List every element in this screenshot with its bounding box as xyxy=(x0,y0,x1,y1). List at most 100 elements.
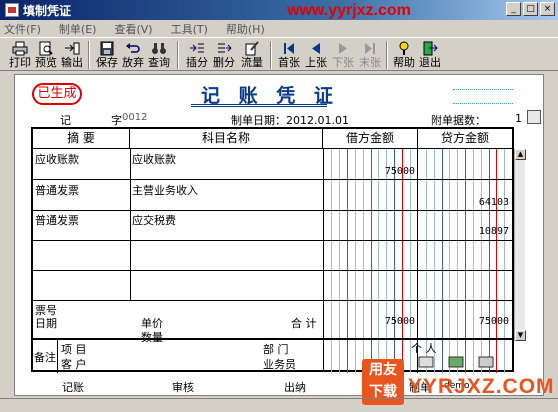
dotted-line-2 xyxy=(453,103,513,104)
discard-button[interactable]: 放弃 xyxy=(122,40,144,70)
delete-row-button[interactable]: 删分 xyxy=(213,40,235,70)
last-button[interactable]: 末张 xyxy=(359,40,381,70)
row-2-account[interactable]: 主营业务收入 xyxy=(132,182,198,198)
next-label: 下张 xyxy=(332,56,354,69)
minimize-button[interactable]: _ xyxy=(506,2,521,16)
ticket-date-label: 日期 xyxy=(35,317,57,330)
next-button[interactable]: 下张 xyxy=(332,40,354,70)
save-button[interactable]: 保存 xyxy=(96,40,118,70)
undo-icon xyxy=(126,43,140,53)
row-2-summary[interactable]: 普通发票 xyxy=(35,182,79,198)
floppy-icon xyxy=(100,41,114,56)
menu-file[interactable]: 文件(F) xyxy=(4,21,41,37)
cash-flow-button[interactable]: 流量 xyxy=(241,40,263,70)
export-icon xyxy=(65,42,80,55)
voucher-word: 字 xyxy=(111,114,122,127)
delete-row-label: 删分 xyxy=(213,56,235,69)
title-underline-2 xyxy=(191,106,327,107)
close-button[interactable]: × xyxy=(540,2,555,16)
row-3-credit[interactable]: 10897 xyxy=(418,226,509,237)
exit-button[interactable]: 退出 xyxy=(419,40,441,70)
first-label: 首张 xyxy=(278,56,300,69)
query-label: 查询 xyxy=(148,56,170,69)
attachment-count[interactable]: 1 xyxy=(515,112,522,125)
header-account: 科目名称 xyxy=(130,129,323,149)
table-scrollbar[interactable]: ▲ ▼ xyxy=(514,149,526,341)
exit-icon xyxy=(423,41,438,56)
customer-label: 客 户 xyxy=(61,358,87,371)
menu-help[interactable]: 帮助(H) xyxy=(226,21,265,37)
total-label: 合 计 xyxy=(291,317,317,330)
prev-button[interactable]: 上张 xyxy=(305,40,327,70)
bookkeeper-label: 记账 xyxy=(62,381,84,394)
department-label: 部 门 xyxy=(263,343,289,356)
logo-line-1: 用友 xyxy=(369,362,397,378)
insert-row-label: 插分 xyxy=(186,56,208,69)
app-icon xyxy=(5,3,19,17)
binoculars-icon xyxy=(152,43,166,54)
quantity-label: 数量 xyxy=(141,331,163,344)
query-button[interactable]: 查询 xyxy=(148,40,170,70)
prev-label: 上张 xyxy=(305,56,327,69)
attachment-search-icon[interactable] xyxy=(527,110,541,124)
printer-icon xyxy=(12,41,28,56)
help-button[interactable]: 帮助 xyxy=(393,40,415,70)
exit-label: 退出 xyxy=(419,56,441,69)
preview-button[interactable]: 预览 xyxy=(35,40,57,70)
scroll-up-icon[interactable]: ▲ xyxy=(515,149,526,160)
export-label: 输出 xyxy=(61,56,83,69)
title-bar: 填制凭证 www.yyrjxz.com _ □ × xyxy=(0,0,558,20)
menu-voucher[interactable]: 制单(E) xyxy=(59,21,97,37)
scroll-down-icon[interactable]: ▼ xyxy=(515,330,526,341)
row-3-summary[interactable]: 普通发票 xyxy=(35,212,79,228)
col-divider-1 xyxy=(130,149,131,300)
debit-total: 75000 xyxy=(384,316,415,327)
first-button[interactable]: 首张 xyxy=(278,40,300,70)
menu-view[interactable]: 查看(V) xyxy=(114,21,152,37)
voucher-type[interactable]: 记 xyxy=(60,112,71,128)
voucher-document: 已生成 记 账 凭 证 记 字 0012 制单日期：2012.01.01 附单据… xyxy=(14,74,544,396)
date-label: 制单日期：2012.01.01 xyxy=(231,114,349,127)
row-divider xyxy=(33,338,512,340)
header-debit: 借方金额 xyxy=(323,129,418,149)
cashier-label: 出纳 xyxy=(284,381,306,394)
first-icon xyxy=(284,43,294,54)
row-divider xyxy=(33,210,512,211)
row-divider xyxy=(33,300,512,301)
row-divider xyxy=(33,179,512,180)
auditor-label: 审核 xyxy=(172,381,194,394)
title-underline xyxy=(191,104,327,105)
voucher-date[interactable]: 2012.01.01 xyxy=(286,114,349,127)
voucher-table: 摘 要 科目名称 借方金额 贷方金额 应收账款 应收账款 75000 普通发票 … xyxy=(31,127,526,373)
generated-stamp: 已生成 xyxy=(32,83,82,105)
row-1-summary[interactable]: 应收账款 xyxy=(35,151,79,167)
insert-row-icon xyxy=(190,43,204,53)
row-1-account[interactable]: 应收账款 xyxy=(132,151,176,167)
row-3-account[interactable]: 应交税费 xyxy=(132,212,176,228)
person-label: 个 人 xyxy=(411,342,437,355)
maximize-button[interactable]: □ xyxy=(523,2,538,16)
row-2-credit[interactable]: 64103 xyxy=(418,197,509,208)
cash-flow-label: 流量 xyxy=(241,56,263,69)
project-label: 项 目 xyxy=(61,343,87,356)
dotted-line-1 xyxy=(453,89,513,90)
notes-divider xyxy=(57,340,58,373)
voucher-number[interactable]: 0012 xyxy=(122,112,147,123)
window-title: 填制凭证 xyxy=(23,3,72,18)
export-button[interactable]: 输出 xyxy=(61,40,83,70)
salesman-label: 业务员 xyxy=(263,358,296,371)
row-divider xyxy=(33,240,512,241)
status-bar xyxy=(0,398,558,412)
header-credit: 贷方金额 xyxy=(418,129,512,149)
site-watermark: www.yyrjxz.com xyxy=(287,2,411,19)
print-button[interactable]: 打印 xyxy=(9,40,31,70)
notes-label: 备注 xyxy=(34,351,56,364)
help-icon xyxy=(399,41,409,55)
menu-tools[interactable]: 工具(T) xyxy=(171,21,208,37)
row-divider xyxy=(33,270,512,271)
pen-icon xyxy=(245,41,259,56)
row-1-debit[interactable]: 75000 xyxy=(323,166,415,177)
toolbar: 打印 预览 输出 保存 放弃 查询 插分 删分 流量 首张 上张 下张 末张 帮… xyxy=(0,37,558,71)
insert-row-button[interactable]: 插分 xyxy=(186,40,208,70)
credit-total: 75000 xyxy=(478,316,509,327)
